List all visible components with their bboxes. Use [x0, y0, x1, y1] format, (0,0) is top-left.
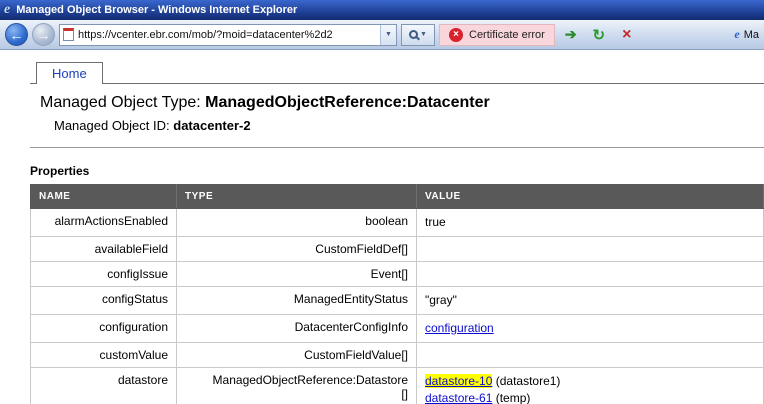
managed-object-id-line: Managed Object ID: datacenter-2: [54, 118, 764, 133]
managed-object-type-label: Managed Object Type:: [40, 94, 201, 111]
property-type: ManagedEntityStatus: [177, 287, 417, 315]
refresh-icon: ↻: [593, 26, 606, 44]
value-text: (datastore1): [492, 374, 560, 388]
value-line: datastore-61 (temp): [425, 390, 755, 404]
browser-navbar: ← → ▼ ▼ × Certificate error ➔ ↻ × e Ma: [0, 20, 764, 50]
property-type: CustomFieldValue[]: [177, 343, 417, 368]
table-row: alarmActionsEnabledboolean true: [31, 209, 764, 237]
go-icon: ➔: [565, 26, 577, 43]
certificate-error-badge[interactable]: × Certificate error: [439, 24, 555, 46]
ie-logo-icon: e: [4, 2, 10, 18]
properties-table: NAME TYPE VALUE alarmActionsEnabledboole…: [30, 184, 764, 404]
back-button[interactable]: ←: [5, 23, 28, 46]
tab-bar: Home: [30, 62, 764, 83]
property-name: configIssue: [31, 262, 177, 287]
tab-home[interactable]: Home: [36, 62, 103, 84]
value-link[interactable]: datastore-10: [425, 374, 492, 388]
search-icon: [409, 30, 418, 39]
tab-favicon-icon: e: [734, 27, 739, 42]
property-value: configuration: [417, 315, 764, 343]
property-value: true: [417, 209, 764, 237]
property-name: alarmActionsEnabled: [31, 209, 177, 237]
property-name: datastore: [31, 368, 177, 404]
value-line: true: [425, 214, 755, 231]
property-name: configuration: [31, 315, 177, 343]
table-row: configStatusManagedEntityStatus "gray": [31, 287, 764, 315]
property-type: ManagedObjectReference:Datastore []: [177, 368, 417, 404]
property-value: [417, 237, 764, 262]
property-value: [417, 262, 764, 287]
forward-button[interactable]: →: [32, 23, 55, 46]
browser-tab-partial[interactable]: e Ma: [734, 27, 759, 42]
header-value: VALUE: [417, 185, 764, 209]
url-input[interactable]: [78, 26, 376, 44]
address-bar[interactable]: ▼: [59, 24, 397, 46]
table-row: configurationDatacenterConfigInfoconfigu…: [31, 315, 764, 343]
managed-object-type-line: Managed Object Type: ManagedObjectRefere…: [40, 94, 764, 112]
property-name: configStatus: [31, 287, 177, 315]
table-row: customValueCustomFieldValue[]: [31, 343, 764, 368]
property-type: boolean: [177, 209, 417, 237]
stop-icon: ×: [622, 26, 631, 44]
property-value: [417, 343, 764, 368]
page-icon: [63, 28, 74, 41]
stop-button[interactable]: ×: [615, 24, 639, 46]
table-row: configIssueEvent[]: [31, 262, 764, 287]
properties-table-body: alarmActionsEnabledboolean true availableF…: [31, 209, 764, 404]
address-dropdown-button[interactable]: ▼: [380, 25, 396, 45]
property-type: CustomFieldDef[]: [177, 237, 417, 262]
object-header: Managed Object Type: ManagedObjectRefere…: [30, 83, 764, 148]
refresh-button[interactable]: ↻: [587, 24, 611, 46]
value-text: "gray": [425, 293, 457, 307]
certificate-error-icon: ×: [449, 28, 463, 42]
property-name: availableField: [31, 237, 177, 262]
managed-object-type-value: ManagedObjectReference:Datacenter: [205, 94, 490, 111]
search-button[interactable]: ▼: [401, 24, 435, 46]
window-title: Managed Object Browser - Windows Interne…: [16, 4, 297, 16]
go-button[interactable]: ➔: [559, 24, 583, 46]
header-name: NAME: [31, 185, 177, 209]
back-arrow-icon: ←: [10, 27, 24, 43]
header-type: TYPE: [177, 185, 417, 209]
property-value: "gray": [417, 287, 764, 315]
value-text: true: [425, 215, 446, 229]
managed-object-id-label: Managed Object ID:: [54, 118, 170, 133]
managed-object-id-value: datacenter-2: [173, 118, 250, 133]
property-type: Event[]: [177, 262, 417, 287]
value-line: "gray": [425, 292, 755, 309]
value-line: configuration: [425, 320, 755, 337]
value-line: datastore-10 (datastore1): [425, 373, 755, 390]
page-content: Home Managed Object Type: ManagedObjectR…: [0, 50, 764, 404]
value-link[interactable]: configuration: [425, 321, 494, 335]
property-type: DatacenterConfigInfo: [177, 315, 417, 343]
table-header-row: NAME TYPE VALUE: [31, 185, 764, 209]
search-dropdown-icon: ▼: [420, 31, 427, 38]
forward-arrow-icon: →: [37, 27, 51, 43]
window-titlebar: e Managed Object Browser - Windows Inter…: [0, 0, 764, 20]
value-text: (temp): [492, 391, 530, 404]
certificate-error-label: Certificate error: [469, 29, 545, 41]
value-link[interactable]: datastore-61: [425, 391, 492, 404]
properties-heading: Properties: [30, 164, 764, 178]
tab-title-partial: Ma: [744, 29, 759, 41]
table-row: datastoreManagedObjectReference:Datastor…: [31, 368, 764, 404]
property-name: customValue: [31, 343, 177, 368]
table-row: availableFieldCustomFieldDef[]: [31, 237, 764, 262]
property-value: datastore-10 (datastore1)datastore-61 (t…: [417, 368, 764, 404]
